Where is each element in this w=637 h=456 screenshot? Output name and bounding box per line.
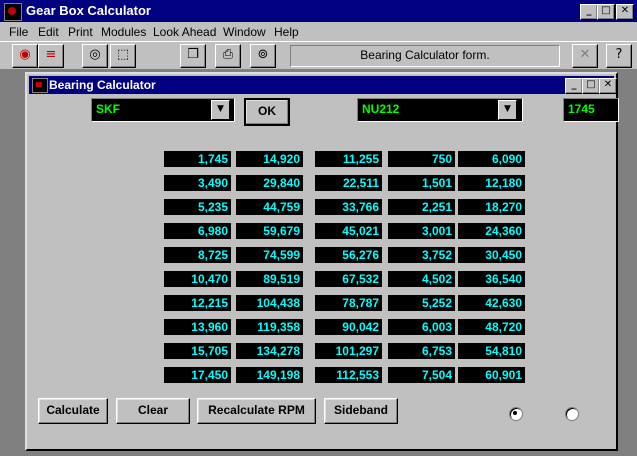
table-cell: 10,470 — [164, 271, 231, 287]
child-close-icon[interactable]: ✕ — [599, 78, 617, 94]
table-cell: 45,021 — [315, 223, 382, 239]
table-cell: 54,810 — [458, 343, 525, 359]
table-cell: 1,745 — [164, 151, 231, 167]
child-title: Bearing Calculator — [49, 78, 156, 92]
print-icon[interactable]: ⎙ — [215, 44, 241, 68]
table-cell: 149,198 — [236, 367, 303, 383]
table-cell: 112,553 — [315, 367, 382, 383]
table-cell: 104,438 — [236, 295, 303, 311]
table-cell: 12,215 — [164, 295, 231, 311]
record-icon[interactable]: ◉ — [12, 44, 38, 68]
table-cell: 13,960 — [164, 319, 231, 335]
maximize-icon[interactable]: □ — [597, 4, 615, 20]
close-icon[interactable]: ✕ — [616, 4, 634, 20]
table-cell: 5,235 — [164, 199, 231, 215]
chart-icon[interactable]: ⬚ — [110, 44, 136, 68]
child-window-icon[interactable] — [32, 78, 48, 93]
table-cell: 3,001 — [388, 223, 455, 239]
grid-icon[interactable]: ≡ — [38, 44, 64, 68]
menu-window[interactable]: Window — [223, 25, 266, 39]
table-cell: 24,360 — [458, 223, 525, 239]
table-cell: 29,840 — [236, 175, 303, 191]
table-cell: 750 — [388, 151, 455, 167]
binoculars-icon[interactable]: ⊚ — [250, 44, 276, 68]
table-cell: 7,504 — [388, 367, 455, 383]
menu-print[interactable]: Print — [68, 25, 93, 39]
minimize-icon[interactable]: _ — [580, 4, 598, 20]
radio-option-1[interactable] — [509, 407, 523, 421]
table-cell: 8,725 — [164, 247, 231, 263]
calculate-button[interactable]: Calculate — [38, 398, 108, 424]
copy-icon[interactable]: ❐ — [180, 44, 206, 68]
table-cell: 78,787 — [315, 295, 382, 311]
app-title: Gear Box Calculator — [26, 3, 151, 18]
table-cell: 3,752 — [388, 247, 455, 263]
child-title-bar: Bearing Calculator _ □ ✕ — [29, 76, 617, 94]
table-cell: 33,766 — [315, 199, 382, 215]
ok-button[interactable]: OK — [244, 98, 290, 126]
child-minimize-icon[interactable]: _ — [565, 78, 583, 94]
app-icon[interactable] — [4, 3, 22, 21]
rpm-value: 1745 — [568, 102, 595, 116]
target-icon[interactable]: ◎ — [82, 44, 108, 68]
menu-help[interactable]: Help — [274, 25, 299, 39]
table-cell: 3,490 — [164, 175, 231, 191]
rpm-input[interactable]: 1745 — [563, 98, 619, 122]
table-cell: 6,090 — [458, 151, 525, 167]
table-cell: 4,502 — [388, 271, 455, 287]
table-cell: 18,270 — [458, 199, 525, 215]
table-cell: 22,511 — [315, 175, 382, 191]
menu-edit[interactable]: Edit — [38, 25, 59, 39]
manufacturer-dropdown-icon[interactable]: ▼ — [211, 100, 230, 120]
table-cell: 101,297 — [315, 343, 382, 359]
table-cell: 89,519 — [236, 271, 303, 287]
recalculate-rpm-button[interactable]: Recalculate RPM — [197, 398, 316, 424]
table-cell: 74,599 — [236, 247, 303, 263]
app-title-bar: Gear Box Calculator _ □ ✕ — [0, 0, 637, 22]
table-cell: 6,753 — [388, 343, 455, 359]
table-cell: 44,759 — [236, 199, 303, 215]
table-cell: 17,450 — [164, 367, 231, 383]
table-cell: 134,278 — [236, 343, 303, 359]
table-cell: 1,501 — [388, 175, 455, 191]
toolbar: ◉ ≡ ◎ ⬚ ❐ ⎙ ⊚ Bearing Calculator form. ✕… — [0, 41, 637, 70]
table-cell: 12,180 — [458, 175, 525, 191]
table-cell: 67,532 — [315, 271, 382, 287]
table-cell: 36,540 — [458, 271, 525, 287]
close-tool-icon[interactable]: ✕ — [572, 44, 598, 68]
sideband-button[interactable]: Sideband — [324, 398, 398, 424]
help-icon[interactable]: ? — [606, 44, 632, 68]
table-cell: 90,042 — [315, 319, 382, 335]
clear-button[interactable]: Clear — [116, 398, 190, 424]
table-cell: 59,679 — [236, 223, 303, 239]
menu-modules[interactable]: Modules — [101, 25, 146, 39]
bearing-value: NU212 — [362, 102, 400, 116]
table-cell: 30,450 — [458, 247, 525, 263]
menu-file[interactable]: File — [9, 25, 28, 39]
table-cell: 48,720 — [458, 319, 525, 335]
table-cell: 119,358 — [236, 319, 303, 335]
bearing-calculator-window: Bearing Calculator _ □ ✕ SKF ▼ OK NU212 … — [25, 72, 619, 451]
table-cell: 42,630 — [458, 295, 525, 311]
table-cell: 6,003 — [388, 319, 455, 335]
manufacturer-value: SKF — [96, 102, 120, 116]
table-cell: 60,901 — [458, 367, 525, 383]
bearing-dropdown-icon[interactable]: ▼ — [498, 100, 517, 120]
radio-option-2[interactable] — [565, 407, 579, 421]
status-field: Bearing Calculator form. — [290, 45, 560, 67]
table-cell: 14,920 — [236, 151, 303, 167]
menu-bar: File Edit Print Modules Look Ahead Windo… — [0, 22, 637, 41]
table-cell: 15,705 — [164, 343, 231, 359]
table-cell: 56,276 — [315, 247, 382, 263]
table-cell: 11,255 — [315, 151, 382, 167]
child-maximize-icon[interactable]: □ — [582, 78, 600, 94]
table-cell: 6,980 — [164, 223, 231, 239]
table-cell: 2,251 — [388, 199, 455, 215]
table-cell: 5,252 — [388, 295, 455, 311]
menu-look-ahead[interactable]: Look Ahead — [153, 25, 216, 39]
